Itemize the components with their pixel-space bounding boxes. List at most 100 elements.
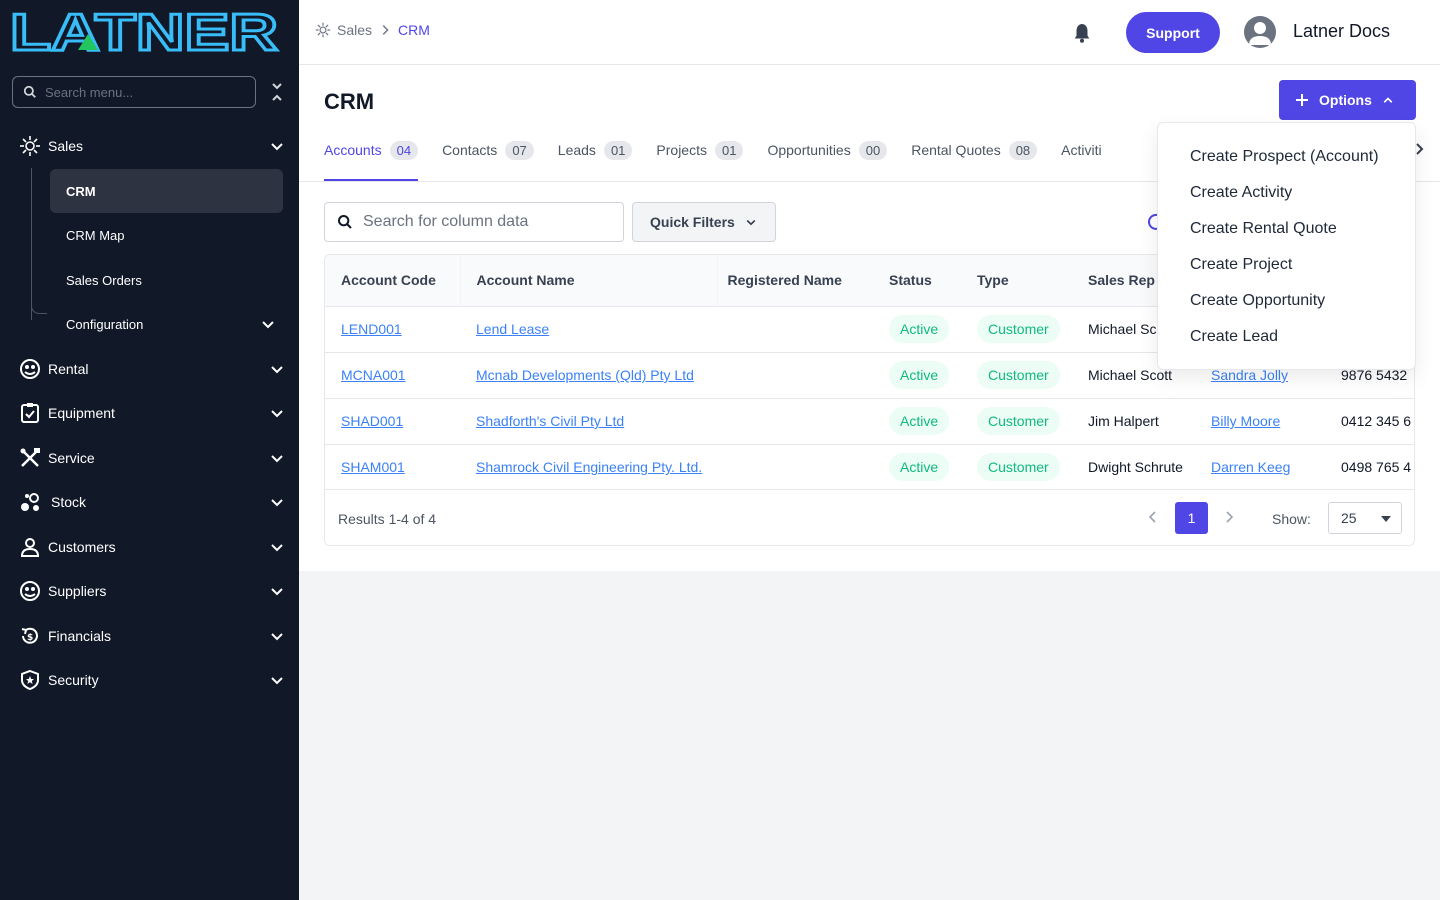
menu-item-create-activity[interactable]: Create Activity	[1158, 175, 1415, 211]
account-name-link[interactable]: Mcnab Developments (Qld) Pty Ltd	[476, 367, 694, 383]
bell-icon[interactable]	[1071, 22, 1093, 44]
breadcrumb-sales-link[interactable]: Sales	[337, 22, 372, 38]
sidebar-item-financials[interactable]: $ Financials	[0, 616, 299, 656]
status-badge: Active	[889, 361, 950, 389]
caret-down-icon	[1381, 516, 1391, 522]
account-code-link[interactable]: MCNA001	[341, 367, 406, 383]
tab-projects[interactable]: Projects 01	[656, 135, 744, 181]
sales-rep-cell: Dwight Schrute	[1088, 459, 1183, 476]
account-code-link[interactable]: SHAM001	[341, 459, 405, 475]
sidebar-item-label: Customers	[48, 539, 116, 555]
tab-count-badge: 07	[505, 141, 534, 160]
registered-name-cell	[717, 352, 873, 398]
account-name-link[interactable]: Shadforth's Civil Pty Ltd	[476, 413, 624, 429]
dollar-icon: $	[19, 625, 41, 647]
menu-item-create-project[interactable]: Create Project	[1158, 247, 1415, 283]
menu-search-input[interactable]	[45, 84, 235, 100]
page-size-select[interactable]: 25	[1328, 502, 1402, 534]
tab-label: Projects	[656, 142, 707, 158]
tab-rental-quotes[interactable]: Rental Quotes 08	[911, 135, 1038, 181]
column-header-account-name[interactable]: Account Name	[459, 255, 717, 306]
options-button[interactable]: Options	[1279, 80, 1416, 120]
column-header-type[interactable]: Type	[961, 255, 1072, 306]
column-header-account-code[interactable]: Account Code	[325, 255, 460, 306]
menu-search[interactable]	[12, 76, 256, 108]
quick-filters-button[interactable]: Quick Filters	[632, 202, 776, 242]
sidebar-item-equipment[interactable]: Equipment	[0, 393, 299, 433]
menu-item-create-prospect[interactable]: Create Prospect (Account)	[1158, 139, 1415, 175]
sidebar-subitem-sales-orders[interactable]: Sales Orders	[50, 258, 283, 302]
sidebar-item-service[interactable]: Service	[0, 438, 299, 478]
sidebar-subitem-label: CRM Map	[66, 227, 125, 243]
tab-count-badge: 08	[1008, 141, 1038, 160]
column-header-registered-name[interactable]: Registered Name	[716, 255, 873, 306]
tab-accounts[interactable]: Accounts 04	[324, 135, 419, 181]
account-name-link[interactable]: Lend Lease	[476, 321, 549, 337]
account-code-link[interactable]: LEND001	[341, 321, 402, 337]
chevron-right-icon[interactable]	[1221, 509, 1237, 525]
quick-filters-label: Quick Filters	[650, 214, 735, 230]
registered-name-cell	[717, 306, 873, 352]
sidebar-item-security[interactable]: Security	[0, 660, 299, 700]
registered-name-cell	[717, 398, 873, 444]
tab-opportunities[interactable]: Opportunities 00	[767, 135, 888, 181]
contact-link[interactable]: Darren Keeg	[1211, 459, 1290, 475]
latner-logo[interactable]: LATNER	[10, 10, 280, 54]
results-count: Results 1-4 of 4	[338, 511, 437, 527]
breadcrumb: Sales CRM	[315, 22, 430, 38]
sidebar-subitem-crm[interactable]: CRM	[50, 169, 283, 213]
page-size-value: 25	[1341, 510, 1357, 526]
collapse-icon	[272, 83, 282, 101]
support-button[interactable]: Support	[1126, 12, 1220, 53]
table-search-input[interactable]	[363, 213, 613, 231]
table-search[interactable]	[324, 202, 624, 242]
chevron-down-icon	[262, 321, 274, 329]
account-code-link[interactable]: SHAD001	[341, 413, 403, 429]
tab-contacts[interactable]: Contacts 07	[442, 135, 534, 181]
chevron-down-icon	[746, 219, 756, 226]
collapse-sidebar-button[interactable]	[268, 80, 286, 104]
search-icon	[23, 85, 36, 98]
account-name-link[interactable]: Shamrock Civil Engineering Pty. Ltd.	[476, 459, 702, 475]
sidebar-subitem-configuration[interactable]: Configuration	[50, 302, 283, 346]
page-button-current[interactable]: 1	[1175, 502, 1208, 534]
chevron-down-icon	[271, 544, 283, 552]
menu-item-create-lead[interactable]: Create Lead	[1158, 319, 1415, 355]
sidebar-item-label: Service	[48, 450, 95, 466]
tab-leads[interactable]: Leads 01	[558, 135, 633, 181]
avatar[interactable]	[1244, 16, 1276, 48]
chevron-left-icon[interactable]	[1145, 509, 1161, 525]
tab-count-badge: 01	[603, 141, 633, 160]
chevron-down-icon	[271, 499, 283, 507]
sidebar-item-sales[interactable]: Sales	[0, 126, 299, 166]
sidebar-subitem-crm-map[interactable]: CRM Map	[50, 213, 283, 257]
table-row[interactable]: SHAM001 Shamrock Civil Engineering Pty. …	[325, 444, 1414, 490]
stock-icon	[19, 491, 41, 513]
sidebar: LATNER Sales CRM CRM Map Sales Orders Co…	[0, 0, 299, 900]
plus-icon	[1296, 94, 1308, 106]
sidebar-item-label: Financials	[48, 628, 112, 644]
options-dropdown-menu: Create Prospect (Account) Create Activit…	[1157, 122, 1416, 370]
tools-icon	[19, 447, 41, 469]
table-row[interactable]: SHAD001 Shadforth's Civil Pty Ltd Active…	[325, 398, 1414, 444]
sidebar-item-label: Equipment	[48, 405, 115, 421]
phone-cell: 0498 765 4	[1341, 459, 1412, 476]
chevron-down-icon	[271, 633, 283, 641]
sidebar-item-suppliers[interactable]: Suppliers	[0, 571, 299, 611]
sidebar-item-customers[interactable]: Customers	[0, 527, 299, 567]
sidebar-item-stock[interactable]: Stock	[0, 482, 299, 522]
menu-item-create-rental-quote[interactable]: Create Rental Quote	[1158, 211, 1415, 247]
status-badge: Active	[889, 453, 950, 482]
tab-activities[interactable]: Activiti	[1061, 135, 1101, 181]
user-name[interactable]: Latner Docs	[1293, 21, 1390, 42]
menu-item-create-opportunity[interactable]: Create Opportunity	[1158, 283, 1415, 319]
tab-label: Contacts	[442, 142, 498, 158]
column-header-status[interactable]: Status	[873, 255, 961, 306]
sidebar-subitem-label: Sales Orders	[66, 272, 142, 288]
breadcrumb-current: CRM	[398, 22, 430, 38]
sidebar-item-rental[interactable]: Rental	[0, 349, 299, 389]
tab-label: Accounts	[324, 142, 382, 158]
contact-link[interactable]: Billy Moore	[1211, 413, 1280, 429]
user-avatar-icon	[1249, 22, 1271, 45]
phone-cell: 0412 345 6	[1341, 413, 1412, 429]
